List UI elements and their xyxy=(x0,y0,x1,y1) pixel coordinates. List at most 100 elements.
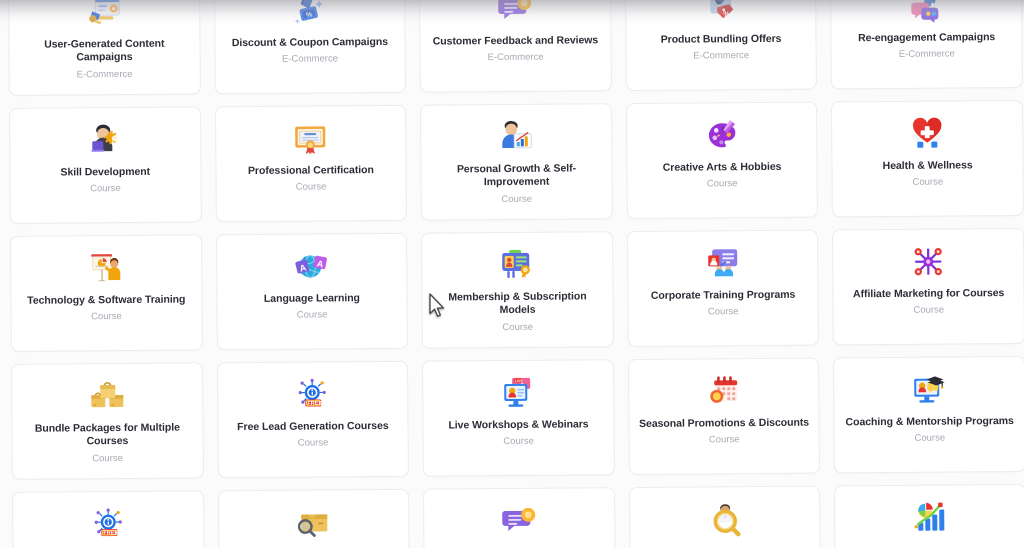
chat-feedback-icon xyxy=(497,499,541,543)
category-card-title: Discount & Coupon Campaigns xyxy=(231,35,389,50)
svg-text:LIVE: LIVE xyxy=(515,379,523,383)
live-webinar-screen-icon: LIVE xyxy=(496,371,540,415)
heart-hands-icon xyxy=(905,112,949,156)
boxes-bundle-icon xyxy=(85,374,129,418)
globe-language-icon: A A xyxy=(289,244,333,288)
category-card[interactable] xyxy=(628,485,822,548)
svg-text:%: % xyxy=(723,9,730,18)
category-card-subtitle: E-Commerce xyxy=(898,48,955,61)
category-card[interactable]: Personal Growth & Self-Improvement Course xyxy=(420,103,613,221)
chat-feedback-icon xyxy=(493,0,537,31)
presenter-board-icon xyxy=(84,246,128,290)
free-lead-magnet-icon: FREE xyxy=(290,372,334,416)
category-card[interactable]: Customer Feedback and Reviews E-Commerce xyxy=(419,0,612,93)
category-card-title: Health & Wellness xyxy=(882,159,973,173)
svg-text:FREE: FREE xyxy=(103,530,118,536)
category-card-title: Language Learning xyxy=(263,292,360,305)
calendar-promo-icon xyxy=(702,369,746,413)
category-card-subtitle: Course xyxy=(91,311,122,323)
category-card-title: Product Bundling Offers xyxy=(660,32,782,46)
category-card-title: Seasonal Promotions & Discounts xyxy=(639,416,810,430)
category-card[interactable]: A A Language Learning Course xyxy=(215,232,409,351)
category-card[interactable]: Corporate Training Programs Course xyxy=(626,229,820,348)
category-card[interactable]: Technology & Software Training Course xyxy=(10,234,203,352)
card-grid-row: Bundle Packages for Multiple Courses Cour… xyxy=(0,355,1024,480)
category-card-subtitle: Course xyxy=(708,434,740,446)
category-card-subtitle: E-Commerce xyxy=(693,50,750,62)
ugc-content-icon xyxy=(82,0,126,34)
category-card-subtitle: Course xyxy=(913,304,945,317)
person-growth-chart-icon xyxy=(494,115,538,159)
category-card[interactable]: Affiliate Marketing for Courses Course xyxy=(832,227,1024,346)
card-grid: User-Generated Content Campaigns E-Commer… xyxy=(0,0,1024,548)
monitor-graduation-icon xyxy=(907,367,951,411)
megaphone-chat-icon xyxy=(904,0,948,28)
category-card[interactable]: Membership & Subscription Models Course xyxy=(421,231,614,349)
category-card-title: User-Generated Content Campaigns xyxy=(44,37,165,64)
category-card-subtitle: Course xyxy=(295,181,327,194)
category-card[interactable]: Professional Certification Course xyxy=(214,104,408,223)
category-card-subtitle: Course xyxy=(90,183,121,195)
card-grid-row: Skill Development Course Professional Cer… xyxy=(0,99,1024,224)
category-card-subtitle: Course xyxy=(502,321,534,333)
presentation-people-icon xyxy=(701,241,745,285)
svg-text:FREE: FREE xyxy=(308,401,323,407)
category-card-title: Technology & Software Training xyxy=(27,293,186,307)
category-card[interactable]: % Discount & Coupon Campaigns E-Commerce xyxy=(213,0,407,95)
membership-card-icon xyxy=(495,243,539,287)
analytics-chart-icon xyxy=(908,495,952,539)
paint-palette-icon xyxy=(700,113,744,157)
card-grid-row: Technology & Software Training Course A A… xyxy=(0,227,1024,352)
category-card-title: Customer Feedback and Reviews xyxy=(432,34,599,48)
category-card-title: Live Workshops & Webinars xyxy=(448,418,589,432)
box-search-icon xyxy=(291,500,335,544)
category-card-title: Free Lead Generation Courses xyxy=(237,419,389,434)
category-card[interactable]: Bundle Packages for Multiple Courses Cour… xyxy=(11,362,204,480)
category-card-title: Re-engagement Campaigns xyxy=(858,31,996,45)
free-lead-magnet-icon: FREE xyxy=(86,502,130,546)
category-card-subtitle: Course xyxy=(707,306,739,318)
category-card-subtitle: E-Commerce xyxy=(76,68,133,81)
product-bundle-discount-icon: % xyxy=(699,0,743,29)
certificate-icon xyxy=(288,116,332,160)
category-card[interactable]: Coaching & Mentorship Programs Course xyxy=(833,355,1024,474)
category-card-title: Personal Growth & Self-Improvement xyxy=(456,162,577,189)
category-card-title: Affiliate Marketing for Courses xyxy=(852,287,1005,301)
category-card[interactable]: Skill Development Course xyxy=(9,106,202,224)
category-card-subtitle: E-Commerce xyxy=(487,52,544,64)
discount-coupon-icon: % xyxy=(287,0,331,33)
category-card-subtitle: Course xyxy=(501,193,533,205)
category-card-title: Corporate Training Programs xyxy=(650,288,796,302)
category-card[interactable]: Seasonal Promotions & Discounts Course xyxy=(627,357,821,476)
category-card[interactable] xyxy=(423,487,616,548)
category-card-title: Coaching & Mentorship Programs xyxy=(845,415,1014,429)
category-card-subtitle: Course xyxy=(914,432,946,445)
category-card[interactable]: Re-engagement Campaigns E-Commerce xyxy=(830,0,1023,90)
category-card[interactable] xyxy=(834,483,1024,548)
category-card[interactable] xyxy=(217,488,411,548)
category-card-subtitle: Course xyxy=(297,437,329,450)
category-card-subtitle: Course xyxy=(706,178,738,190)
category-grid-view: User-Generated Content Campaigns E-Commer… xyxy=(0,0,1024,548)
category-card[interactable]: Health & Wellness Course xyxy=(831,99,1024,218)
category-card-subtitle: Course xyxy=(912,176,944,189)
category-card-subtitle: Course xyxy=(503,436,534,448)
category-card-title: Professional Certification xyxy=(247,164,374,178)
category-card[interactable]: Creative Arts & Hobbies Course xyxy=(625,101,819,220)
category-card[interactable]: LIVE Live Workshops & Webinars Course xyxy=(422,359,615,477)
card-grid-row: FREE xyxy=(0,483,1024,548)
affiliate-network-icon xyxy=(906,239,950,283)
magnifier-person-icon xyxy=(703,497,747,541)
category-card-title: Membership & Subscription Models xyxy=(448,290,587,317)
category-card[interactable]: User-Generated Content Campaigns E-Commer… xyxy=(7,0,201,96)
card-grid-row: User-Generated Content Campaigns E-Commer… xyxy=(0,0,1024,96)
category-card-title: Bundle Packages for Multiple Courses xyxy=(34,421,180,448)
person-gear-icon xyxy=(83,118,127,162)
category-card[interactable]: FREE xyxy=(12,490,205,548)
category-card-subtitle: E-Commerce xyxy=(281,53,339,66)
category-card-title: Skill Development xyxy=(60,165,151,179)
category-card-subtitle: Course xyxy=(92,452,123,465)
category-card[interactable]: FREE Free Lead Generation Courses Course xyxy=(216,360,410,479)
category-card-subtitle: Course xyxy=(296,309,328,322)
category-card[interactable]: % Product Bundling Offers E-Commerce xyxy=(624,0,818,92)
